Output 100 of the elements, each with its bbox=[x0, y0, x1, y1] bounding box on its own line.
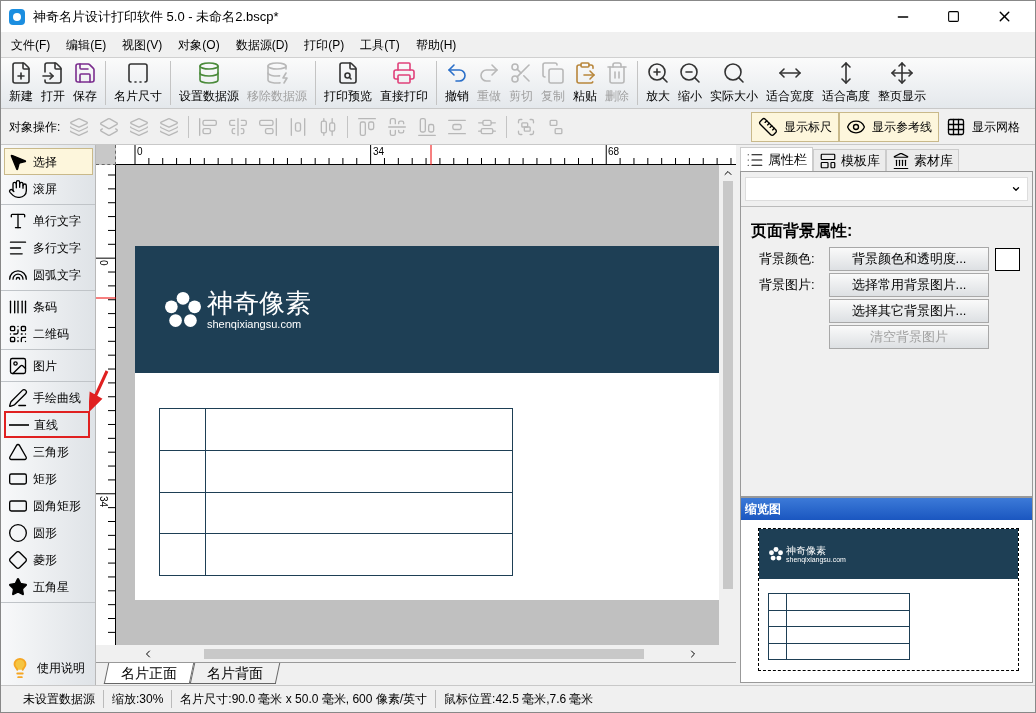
menu-item[interactable]: 对象(O) bbox=[172, 35, 226, 54]
panel-title: 缩览图 bbox=[741, 498, 1032, 520]
menu-item[interactable]: 文件(F) bbox=[5, 35, 57, 54]
fit-page-icon bbox=[890, 61, 914, 85]
align-center-icon bbox=[228, 116, 249, 137]
object-dropdown[interactable] bbox=[745, 177, 1028, 201]
align-top-icon bbox=[357, 116, 378, 137]
app-logo-icon bbox=[9, 8, 25, 25]
tool-button[interactable]: 圆角矩形 bbox=[4, 492, 85, 519]
property-button[interactable]: 选择其它背景图片... bbox=[829, 299, 989, 323]
toolbar-button[interactable]: 撤销 bbox=[441, 61, 473, 105]
menu-item[interactable]: 视图(V) bbox=[116, 35, 169, 54]
printer-icon bbox=[392, 61, 416, 85]
tool-button[interactable]: 滚屏 bbox=[4, 175, 61, 202]
align-middle-icon bbox=[387, 116, 408, 137]
panel-tab[interactable]: 模板库 bbox=[813, 149, 886, 171]
property-label: 背景颜色: bbox=[758, 250, 816, 269]
tool-button[interactable]: 二维码 bbox=[4, 320, 73, 347]
flower-logo-icon bbox=[165, 291, 201, 328]
hand-icon bbox=[8, 178, 28, 199]
tool-button[interactable]: 三角形 bbox=[4, 438, 73, 465]
color-swatch[interactable] bbox=[995, 247, 1020, 271]
pen-icon bbox=[8, 387, 28, 408]
status-text: 缩放:30% bbox=[103, 690, 172, 708]
tool-button[interactable]: 条码 bbox=[4, 293, 61, 320]
sheet-tab[interactable]: 名片背面 bbox=[189, 663, 281, 684]
database-icon bbox=[265, 61, 289, 85]
menu-item[interactable]: 工具(T) bbox=[354, 35, 406, 54]
scissors-icon bbox=[509, 61, 533, 85]
menu-item[interactable]: 帮助(H) bbox=[409, 35, 463, 54]
view-toggle-button[interactable]: 显示网格 bbox=[939, 111, 1027, 142]
ruler-label: 0 bbox=[137, 145, 143, 157]
menu-item[interactable]: 打印(P) bbox=[298, 35, 351, 54]
toolbar-button[interactable]: 设置数据源 bbox=[175, 61, 243, 105]
trash-icon bbox=[605, 61, 629, 85]
toolbar-button[interactable]: 实际大小 bbox=[706, 61, 762, 105]
open-file-icon bbox=[41, 61, 65, 85]
tool-button[interactable]: 选择 bbox=[4, 148, 93, 175]
database-icon bbox=[197, 61, 221, 85]
logo-url: shenqixiangsu.com bbox=[207, 318, 303, 331]
toolbar-button[interactable]: 名片尺寸 bbox=[110, 61, 166, 105]
layers-icon bbox=[99, 116, 120, 137]
status-text: 未设置数据源 bbox=[22, 691, 96, 708]
new-file-icon bbox=[9, 61, 33, 85]
panel-tab[interactable]: 素材库 bbox=[886, 149, 959, 171]
toolbar-label: 对象操作: bbox=[9, 118, 61, 136]
toolbar-button[interactable]: 直接打印 bbox=[376, 61, 432, 105]
property-button[interactable]: 选择常用背景图片... bbox=[829, 273, 989, 297]
ruler-label: 68 bbox=[608, 145, 620, 157]
magnifier-icon bbox=[722, 61, 746, 85]
star-icon bbox=[8, 576, 28, 597]
toolbar-button[interactable]: 新建 bbox=[5, 61, 37, 105]
align-right-icon bbox=[258, 116, 279, 137]
toolbar-button[interactable]: 缩小 bbox=[674, 61, 706, 105]
grid-icon bbox=[946, 116, 966, 137]
save-icon bbox=[73, 61, 97, 85]
align-left-icon bbox=[198, 116, 219, 137]
arrow-annotation bbox=[89, 369, 109, 411]
tool-button[interactable]: 圆形 bbox=[4, 519, 61, 546]
thumbnail-logo-text: 神奇像素 bbox=[786, 544, 826, 556]
print-preview-icon bbox=[336, 61, 360, 85]
toolbar-button[interactable]: 粘贴 bbox=[569, 61, 601, 105]
clipboard-icon bbox=[573, 61, 597, 85]
status-text: 名片尺寸:90.0 毫米 x 50.0 毫米, 600 像素/英寸 bbox=[171, 690, 436, 708]
help-button[interactable]: 使用说明 bbox=[1, 651, 95, 685]
tool-button[interactable]: 直线 bbox=[4, 411, 90, 438]
maximize-icon[interactable] bbox=[947, 10, 960, 23]
tool-button[interactable]: 矩形 bbox=[4, 465, 61, 492]
tool-button[interactable]: 菱形 bbox=[4, 546, 61, 573]
toolbar-button[interactable]: 打开 bbox=[37, 61, 69, 105]
property-label: 背景图片: bbox=[758, 276, 816, 295]
toolbar-button[interactable]: 适合宽度 bbox=[762, 61, 818, 105]
menu-item[interactable]: 编辑(E) bbox=[60, 35, 113, 54]
layers-icon bbox=[129, 116, 150, 137]
tool-button[interactable]: 多行文字 bbox=[4, 234, 85, 261]
copy-icon bbox=[541, 61, 565, 85]
toolbar-button[interactable]: 打印预览 bbox=[320, 61, 376, 105]
view-toggle-button[interactable]: 显示参考线 bbox=[839, 111, 939, 142]
tool-button[interactable]: 单行文字 bbox=[4, 207, 85, 234]
panel-tab[interactable]: 属性栏 bbox=[740, 147, 813, 171]
toolbar-button[interactable]: 整页显示 bbox=[874, 61, 930, 105]
ruler-label: 34 bbox=[373, 145, 385, 157]
image-icon bbox=[8, 355, 28, 376]
tool-button[interactable]: 图片 bbox=[4, 352, 61, 379]
ruler-icon bbox=[758, 116, 778, 137]
tool-button[interactable]: 五角星 bbox=[4, 573, 73, 600]
align-bottom-icon bbox=[417, 116, 438, 137]
tool-button[interactable]: 圆弧文字 bbox=[4, 261, 85, 288]
toolbar-button[interactable]: 适合高度 bbox=[818, 61, 874, 105]
ruler-label: 34 bbox=[98, 496, 108, 508]
toolbar-button[interactable]: 保存 bbox=[69, 61, 101, 105]
property-button[interactable]: 背景颜色和透明度... bbox=[829, 247, 989, 271]
menu-item[interactable]: 数据源(D) bbox=[229, 35, 295, 54]
toolbar-button[interactable]: 放大 bbox=[642, 61, 674, 105]
tool-button[interactable]: 手绘曲线 bbox=[4, 384, 85, 411]
redo-icon bbox=[477, 61, 501, 85]
zoom-in-icon bbox=[646, 61, 670, 85]
sheet-tab[interactable]: 名片正面 bbox=[103, 663, 195, 684]
template-icon bbox=[819, 151, 837, 170]
view-toggle-button[interactable]: 显示标尺 bbox=[751, 111, 839, 142]
